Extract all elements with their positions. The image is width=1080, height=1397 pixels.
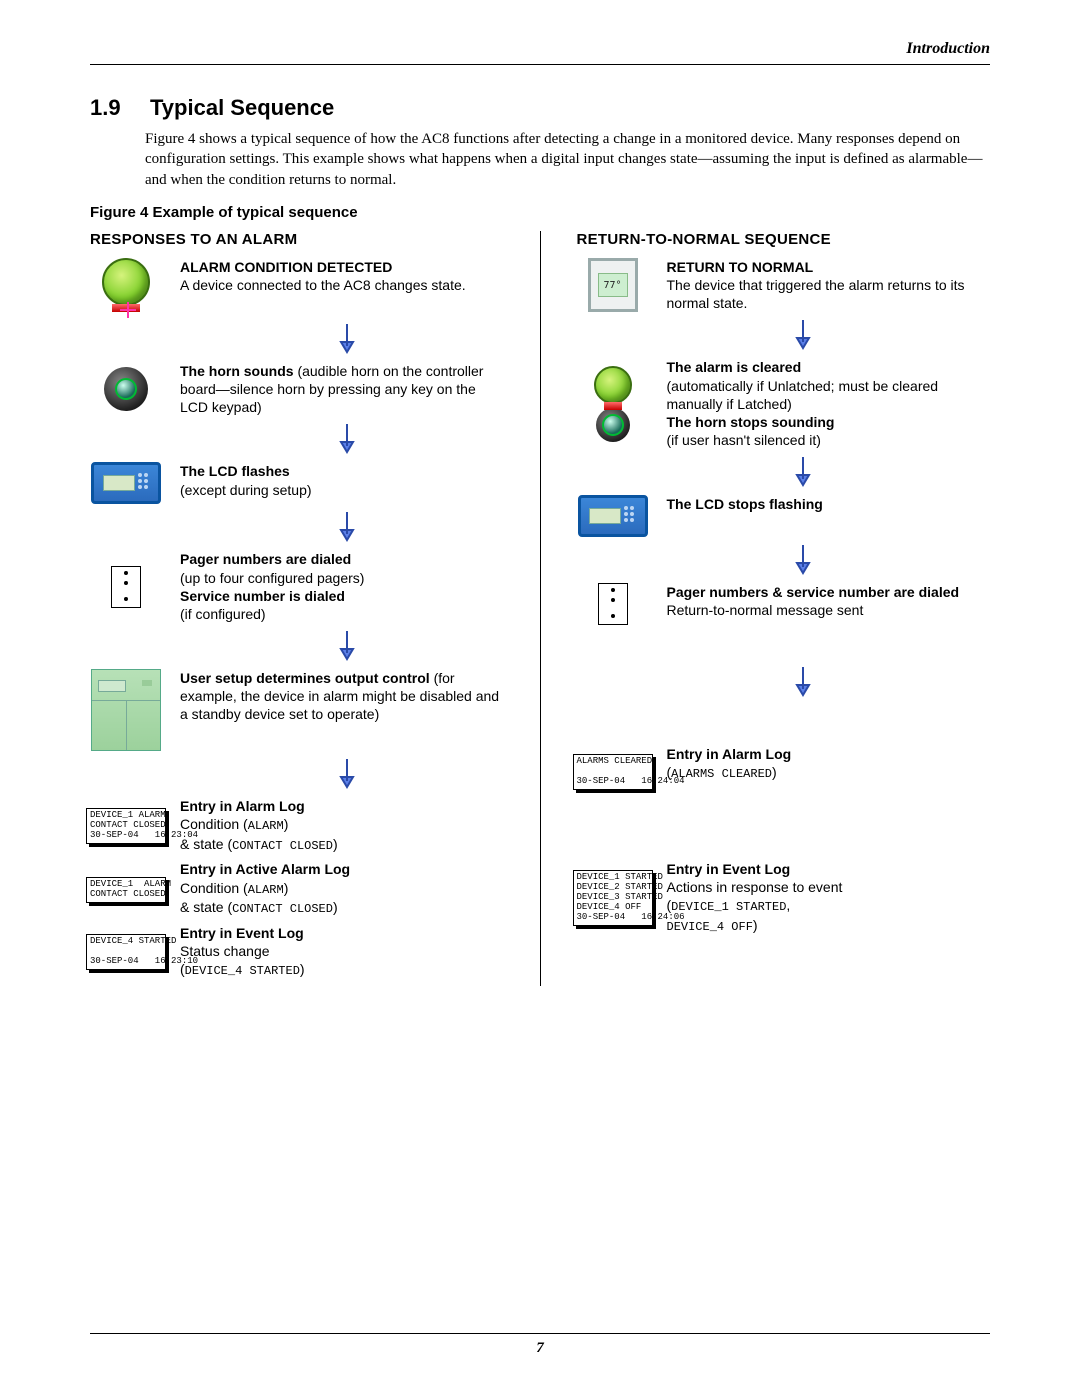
horn-icon — [596, 408, 630, 442]
rstep-alarm-log: ALARMS CLEARED 30-SEP-04 16:24:04 Entry … — [577, 745, 991, 798]
step3-title: The LCD flashes — [180, 463, 290, 479]
column-divider — [540, 231, 541, 986]
rlog-box-1: ALARMS CLEARED 30-SEP-04 16:24:04 — [573, 754, 653, 790]
rstep3-title: The LCD stops flashing — [667, 496, 823, 512]
figure-columns: RESPONSES TO AN ALARM ALARM CONDITION DE… — [90, 231, 990, 986]
horn-icon — [104, 367, 148, 411]
rstep6-text: Actions in response to event — [667, 879, 843, 895]
step8-title: Entry in Event Log — [180, 925, 304, 941]
right-column: RETURN-TO-NORMAL SEQUENCE 77° RETURN TO … — [577, 231, 991, 986]
step3-text: (except during setup) — [180, 482, 312, 498]
step4-text2: (if configured) — [180, 606, 266, 622]
step1-text: A device connected to the AC8 changes st… — [180, 277, 466, 293]
page-number: 7 — [90, 1340, 990, 1357]
page: Introduction 1.9Typical Sequence Figure … — [0, 0, 1080, 1397]
figure-caption: Figure 4 Example of typical sequence — [90, 204, 990, 221]
rstep-event-log: DEVICE_1 STARTED DEVICE_2 STARTED DEVICE… — [577, 860, 991, 936]
spark-icon — [122, 304, 134, 316]
pager-icon — [111, 566, 141, 608]
step4-title1: Pager numbers are dialed — [180, 551, 351, 567]
step1-title: ALARM CONDITION DETECTED — [180, 259, 392, 275]
step-horn: The horn sounds (audible horn on the con… — [90, 362, 504, 417]
rstep-lcd: The LCD stops flashing — [577, 495, 991, 537]
rstep2-title2: The horn stops sounding — [667, 414, 835, 430]
down-arrow-icon — [617, 543, 991, 577]
rstep4-text: Return-to-normal message sent — [667, 602, 864, 618]
header-rule — [90, 64, 990, 65]
step4-title2: Service number is dialed — [180, 588, 345, 604]
step-lcd: The LCD flashes (except during setup) — [90, 462, 504, 504]
down-arrow-icon — [190, 510, 504, 544]
footer: 7 — [90, 1333, 990, 1357]
section-title: Typical Sequence — [150, 95, 334, 120]
left-col-head: RESPONSES TO AN ALARM — [90, 231, 504, 248]
rstep-pager: Pager numbers & service number are diale… — [577, 583, 991, 625]
step-event-log: DEVICE_4 STARTED 30-SEP-04 16:23:10 Entr… — [90, 924, 504, 980]
rstep4-title: Pager numbers & service number are diale… — [667, 584, 960, 600]
down-arrow-icon — [617, 665, 991, 699]
down-arrow-icon — [617, 318, 991, 352]
down-arrow-icon — [190, 629, 504, 663]
step-active-alarm-log: DEVICE_1 ALARM CONTACT CLOSED Entry in A… — [90, 860, 504, 917]
lcd-icon — [578, 495, 648, 537]
log-box-2: DEVICE_1 ALARM CONTACT CLOSED — [86, 877, 166, 903]
log-box-3: DEVICE_4 STARTED 30-SEP-04 16:23:10 — [86, 934, 166, 970]
step-pager: Pager numbers are dialed (up to four con… — [90, 550, 504, 623]
section-number: 1.9 — [90, 95, 150, 121]
rstep-return: 77° RETURN TO NORMAL The device that trig… — [577, 258, 991, 313]
alarm-light-icon — [594, 366, 632, 404]
step2-title: The horn sounds — [180, 363, 294, 379]
step5-title: User setup determines output control — [180, 670, 430, 686]
alarm-light-icon — [102, 258, 150, 306]
lcd-icon — [91, 462, 161, 504]
step-alarm-detected: ALARM CONDITION DETECTED A device connect… — [90, 258, 504, 316]
down-arrow-icon — [190, 757, 504, 791]
step-cabinet: User setup determines output control (fo… — [90, 669, 504, 751]
log-box-1: DEVICE_1 ALARM CONTACT CLOSED 30-SEP-04 … — [86, 808, 166, 844]
step8-text: Status change — [180, 943, 270, 959]
pager-icon — [598, 583, 628, 625]
section-heading: 1.9Typical Sequence — [90, 95, 990, 121]
footer-rule — [90, 1333, 990, 1334]
intro-paragraph: Figure 4 shows a typical sequence of how… — [145, 129, 990, 190]
step6-title: Entry in Alarm Log — [180, 798, 305, 814]
rstep2-title1: The alarm is cleared — [667, 359, 802, 375]
left-column: RESPONSES TO AN ALARM ALARM CONDITION DE… — [90, 231, 504, 986]
rstep2-text2: (if user hasn't silenced it) — [667, 432, 821, 448]
down-arrow-icon — [190, 322, 504, 356]
down-arrow-icon — [190, 422, 504, 456]
rstep5-title: Entry in Alarm Log — [667, 746, 792, 762]
thermostat-icon: 77° — [588, 258, 638, 312]
step7-title: Entry in Active Alarm Log — [180, 861, 350, 877]
rlog-box-2: DEVICE_1 STARTED DEVICE_2 STARTED DEVICE… — [573, 870, 653, 925]
rstep6-title: Entry in Event Log — [667, 861, 791, 877]
down-arrow-icon — [617, 455, 991, 489]
rstep2-text1: (automatically if Unlatched; must be cle… — [667, 378, 939, 412]
rstep1-title: RETURN TO NORMAL — [667, 259, 814, 275]
step4-text1: (up to four configured pagers) — [180, 570, 364, 586]
step-alarm-log: DEVICE_1 ALARM CONTACT CLOSED 30-SEP-04 … — [90, 797, 504, 854]
rstep1-text: The device that triggered the alarm retu… — [667, 277, 965, 311]
right-col-head: RETURN-TO-NORMAL SEQUENCE — [577, 231, 991, 248]
rstep-cleared: The alarm is cleared (automatically if U… — [577, 358, 991, 449]
header-section: Introduction — [90, 40, 990, 58]
cabinet-icon — [91, 669, 161, 751]
